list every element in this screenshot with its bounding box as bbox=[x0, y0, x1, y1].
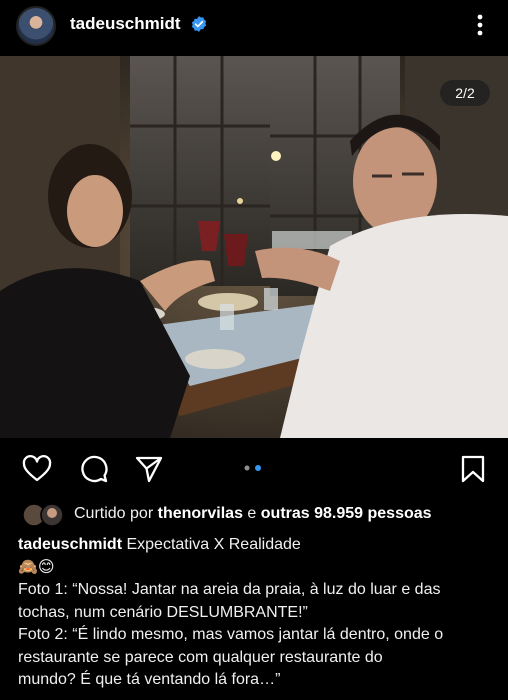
verified-badge-icon bbox=[191, 16, 207, 32]
dinner-photo-illustration bbox=[0, 56, 508, 438]
post-photo[interactable] bbox=[0, 56, 508, 438]
more-options-icon[interactable] bbox=[468, 10, 492, 40]
caption-title: Expectativa X Realidade bbox=[126, 536, 301, 553]
carousel-dots bbox=[244, 465, 261, 471]
post-username[interactable]: tadeuschmidt bbox=[70, 14, 181, 34]
photo-counter: 2/2 bbox=[440, 80, 490, 106]
carousel-dot-1 bbox=[244, 465, 250, 471]
caption-username[interactable]: tadeuschmidt bbox=[18, 536, 122, 553]
caption-line: mundo? É que tá ventando lá fora…” bbox=[18, 671, 281, 688]
post-header: tadeuschmidt bbox=[0, 0, 508, 54]
likes-count[interactable]: outras 98.959 pessoas bbox=[261, 505, 432, 522]
liker-username[interactable]: thenorvilas bbox=[158, 505, 243, 522]
caption-line: Foto 2: “É lindo mesmo, mas vamos jantar… bbox=[18, 626, 444, 643]
heart-icon[interactable] bbox=[22, 454, 52, 484]
likes-row[interactable]: Curtido por thenorvilas e outras 98.959 … bbox=[22, 503, 502, 527]
caption-line: tochas, num cenário DESLUMBRANTE!” bbox=[18, 603, 308, 621]
avatar[interactable] bbox=[16, 6, 56, 46]
post-caption: tadeuschmidt Expectativa X Realidade 🙈😊 … bbox=[18, 534, 496, 692]
caption-line: restaurante se parece com qualquer resta… bbox=[18, 648, 383, 666]
bookmark-icon[interactable] bbox=[458, 454, 488, 484]
caption-line: Foto 1: “Nossa! Jantar na areia da praia… bbox=[18, 581, 441, 598]
caption-emojis: 🙈😊 bbox=[18, 558, 55, 576]
carousel-dot-2-active bbox=[255, 465, 261, 471]
liker-avatars bbox=[22, 503, 64, 527]
comment-icon[interactable] bbox=[79, 454, 109, 484]
caption-heading: tadeuschmidt Expectativa X Realidade bbox=[18, 534, 496, 557]
share-icon[interactable] bbox=[134, 454, 164, 484]
likes-text: Curtido por thenorvilas e outras 98.959 … bbox=[74, 505, 432, 522]
